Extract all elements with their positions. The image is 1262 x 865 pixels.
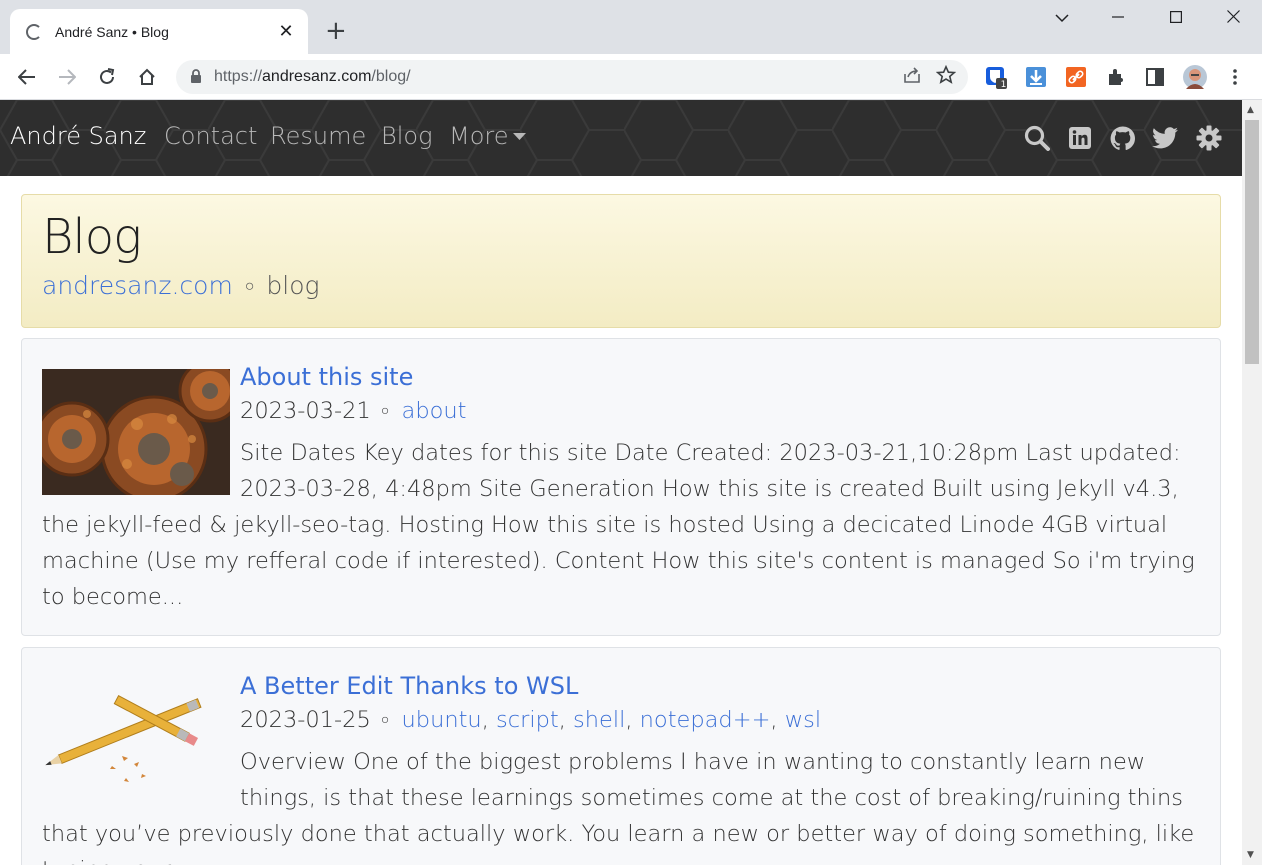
- page-viewport: André Sanz Contact Resume Blog More Blog…: [0, 100, 1242, 865]
- forward-button[interactable]: [53, 63, 81, 91]
- nav-link-blog[interactable]: Blog: [381, 122, 432, 150]
- extension-badge: 1: [1000, 80, 1007, 90]
- post-tag-link[interactable]: wsl: [785, 707, 821, 733]
- post-card: About this site 2023-03-21 ○ about Site …: [21, 338, 1221, 636]
- close-tab-icon[interactable]: ✕: [276, 21, 296, 42]
- post-tag-link[interactable]: notepad++: [640, 707, 771, 733]
- post-date: 2023-01-25: [240, 707, 371, 733]
- meta-separator: ○: [380, 403, 390, 419]
- page-scrollbar[interactable]: ▲ ▼: [1242, 100, 1262, 865]
- loading-spinner-icon: [26, 23, 42, 40]
- post-meta: 2023-01-25 ○ ubuntu, script, shell, note…: [240, 707, 822, 733]
- post-tag-link[interactable]: shell: [573, 707, 625, 733]
- post-excerpt: Site Dates Key dates for this site Date …: [42, 440, 1195, 610]
- url-path: /blog/: [371, 68, 411, 85]
- twitter-icon[interactable]: [1151, 124, 1179, 152]
- back-button[interactable]: [13, 63, 41, 91]
- site-brand-link[interactable]: André Sanz: [10, 122, 146, 150]
- download-extension-icon[interactable]: [1024, 65, 1048, 89]
- post-title-link[interactable]: A Better Edit Thanks to WSL: [240, 672, 578, 700]
- browser-tab[interactable]: André Sanz • Blog ✕: [10, 9, 308, 54]
- nav-more-label: More: [449, 122, 509, 150]
- side-panel-icon[interactable]: [1143, 65, 1167, 89]
- github-icon[interactable]: [1108, 124, 1136, 152]
- nav-link-contact[interactable]: Contact: [164, 122, 257, 150]
- breadcrumb-current: blog: [266, 271, 320, 300]
- scrollbar-thumb[interactable]: [1245, 120, 1259, 364]
- profile-avatar[interactable]: [1183, 65, 1207, 89]
- browser-toolbar: https://andresanz.com/blog/ 1: [0, 54, 1262, 100]
- lock-icon[interactable]: [190, 68, 202, 87]
- url-scheme: https://: [214, 68, 263, 85]
- linkedin-icon[interactable]: [1066, 124, 1094, 152]
- browser-tabstrip: André Sanz • Blog ✕ +: [0, 0, 1262, 54]
- search-icon[interactable]: [1023, 124, 1051, 152]
- scroll-up-arrow-icon[interactable]: ▲: [1247, 105, 1254, 115]
- address-bar[interactable]: https://andresanz.com/blog/: [176, 60, 968, 94]
- post-excerpt: Overview One of the biggest problems I h…: [42, 749, 1195, 865]
- meta-separator: ○: [380, 712, 390, 728]
- new-tab-button[interactable]: +: [325, 18, 347, 44]
- tab-search-icon[interactable]: [1042, 8, 1082, 27]
- tab-title: André Sanz • Blog: [55, 23, 169, 40]
- gear-icon[interactable]: [1195, 124, 1223, 152]
- scroll-down-arrow-icon[interactable]: ▼: [1247, 850, 1254, 860]
- post-title-link[interactable]: About this site: [240, 363, 413, 391]
- post-card: A Better Edit Thanks to WSL 2023-01-25 ○…: [21, 647, 1221, 865]
- breadcrumb-separator: ○: [244, 276, 255, 295]
- breadcrumb-home-link[interactable]: andresanz.com: [42, 271, 233, 300]
- post-meta: 2023-03-21 ○ about: [240, 398, 466, 424]
- breadcrumb: andresanz.com ○ blog: [42, 271, 320, 300]
- page-header-card: Blog andresanz.com ○ blog: [21, 194, 1221, 328]
- close-window-button[interactable]: [1213, 8, 1253, 27]
- nav-dropdown-more[interactable]: More: [449, 122, 526, 150]
- post-date: 2023-03-21: [240, 398, 371, 424]
- home-button[interactable]: [133, 63, 161, 91]
- nav-link-resume[interactable]: Resume: [270, 122, 366, 150]
- url-host: andresanz.com: [262, 68, 372, 85]
- reload-button[interactable]: [93, 63, 121, 91]
- url-text: https://andresanz.com/blog/: [214, 68, 902, 86]
- post-tag-link[interactable]: ubuntu: [402, 707, 482, 733]
- page-title: Blog: [42, 209, 142, 265]
- puzzle-extensions-icon[interactable]: [1104, 65, 1128, 89]
- minimize-button[interactable]: [1098, 8, 1138, 27]
- site-navbar: André Sanz Contact Resume Blog More: [0, 100, 1242, 176]
- caret-down-icon: [512, 133, 526, 140]
- maximize-button[interactable]: [1156, 8, 1196, 27]
- browser-menu-icon[interactable]: [1223, 65, 1247, 89]
- link-extension-icon[interactable]: [1064, 65, 1088, 89]
- post-tag-link[interactable]: script: [496, 707, 559, 733]
- bookmark-star-icon[interactable]: [935, 64, 957, 89]
- share-icon[interactable]: [902, 66, 922, 88]
- post-tag-link[interactable]: about: [402, 398, 467, 424]
